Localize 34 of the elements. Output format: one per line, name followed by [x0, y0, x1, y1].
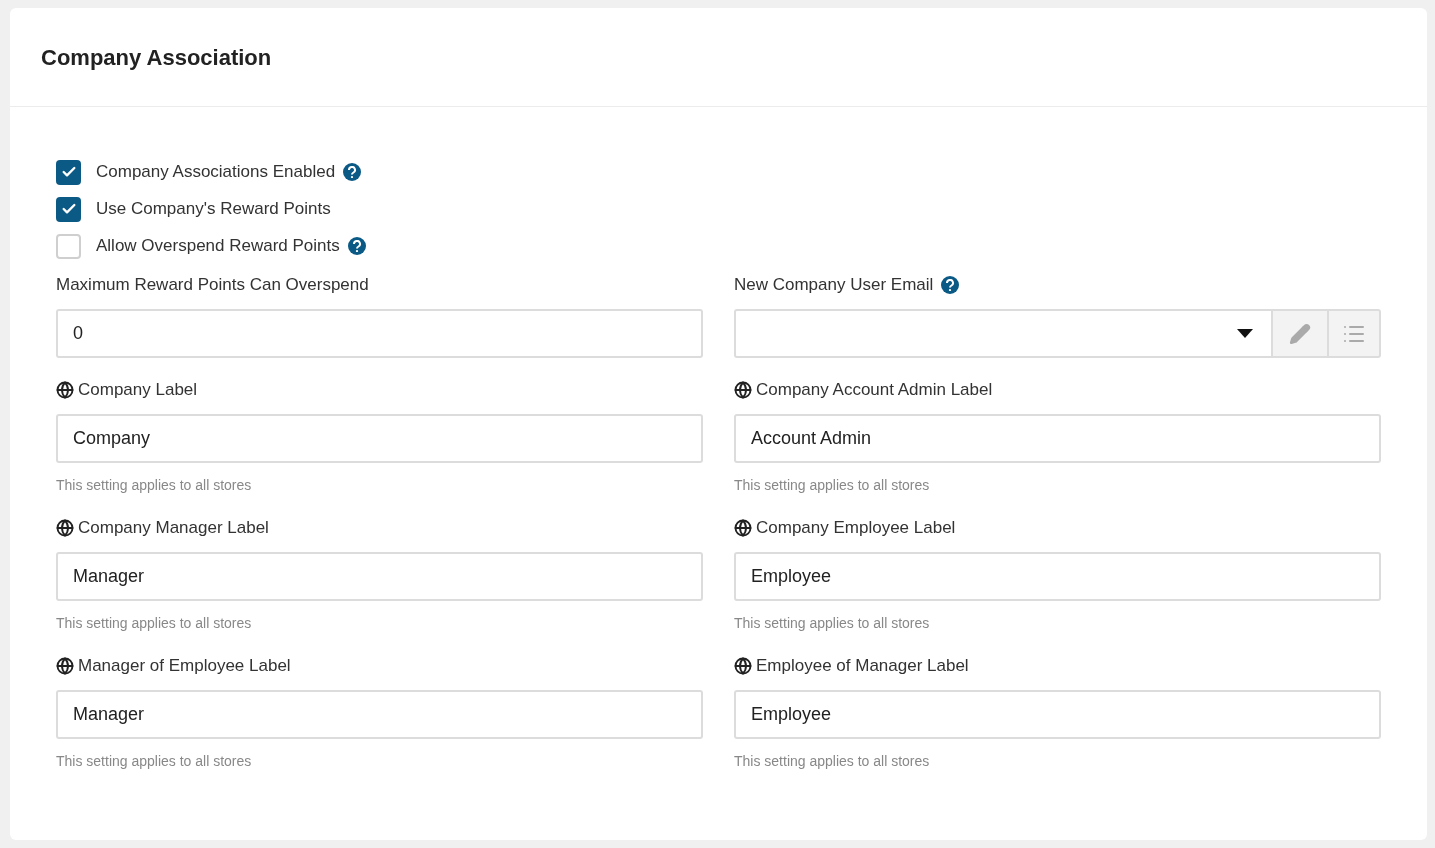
dropdown-field[interactable]: [734, 309, 1273, 358]
hint-text: This setting applies to all stores: [734, 614, 931, 633]
help-icon[interactable]: [343, 163, 362, 181]
help-icon[interactable]: [347, 237, 366, 255]
checkbox-label: Use Company's Reward Points: [96, 198, 331, 221]
text-field[interactable]: Manager: [56, 552, 703, 601]
hint-text: This setting applies to all stores: [734, 752, 931, 771]
field-label: Company Manager Label: [78, 517, 269, 540]
field-label: Company Label: [78, 379, 198, 402]
hint-text: This setting applies to all stores: [734, 476, 931, 495]
caret-icon: [1237, 329, 1253, 338]
hint-text: This setting applies to all stores: [56, 476, 253, 495]
text-field[interactable]: Employee: [734, 690, 1381, 739]
field-label: Maximum Reward Points Can Overspend: [56, 274, 369, 297]
section-title: Company Association: [41, 43, 272, 72]
text-field[interactable]: Company: [56, 414, 703, 463]
hint-text: This setting applies to all stores: [56, 614, 253, 633]
field-label: Employee of Manager Label: [756, 655, 969, 678]
checkbox[interactable]: [56, 233, 81, 259]
checkbox[interactable]: [56, 159, 81, 185]
pencil-icon: [1289, 322, 1311, 345]
checkbox[interactable]: [56, 196, 81, 222]
text-field[interactable]: Account Admin: [734, 414, 1381, 463]
checkbox-label: Company Associations Enabled: [96, 161, 336, 184]
field-label: New Company User Email: [734, 274, 934, 297]
field-label: Company Employee Label: [756, 517, 956, 540]
field-label: Company Account Admin Label: [756, 379, 993, 402]
text-field[interactable]: 0: [56, 309, 703, 358]
text-field[interactable]: Employee: [734, 552, 1381, 601]
text-field[interactable]: Manager: [56, 690, 703, 739]
hint-text: This setting applies to all stores: [56, 752, 253, 771]
help-icon[interactable]: [941, 276, 960, 294]
field-label: Manager of Employee Label: [78, 655, 291, 678]
checkbox-label: Allow Overspend Reward Points: [96, 235, 340, 258]
